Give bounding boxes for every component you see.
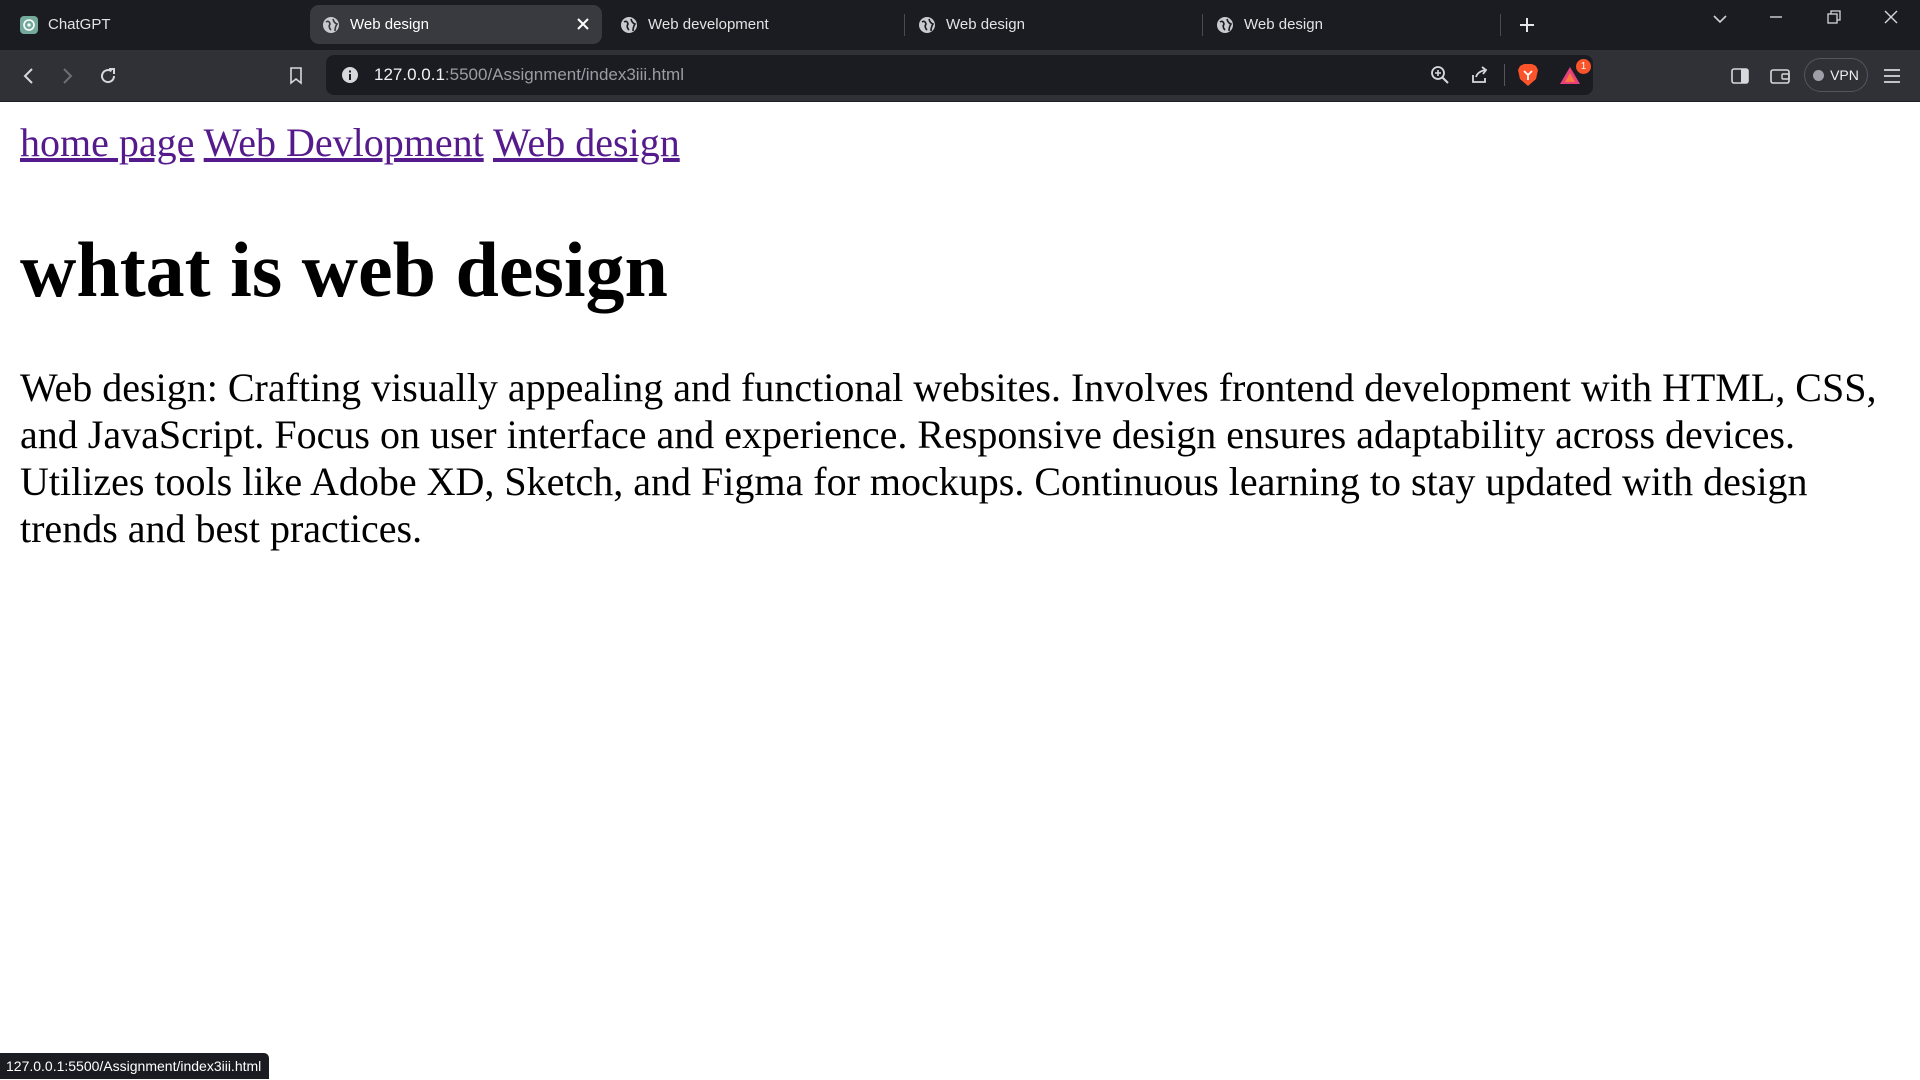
tab-title: Web design bbox=[1244, 16, 1323, 33]
globe-icon bbox=[322, 16, 340, 34]
wallet-icon[interactable] bbox=[1766, 62, 1794, 90]
vpn-label: VPN bbox=[1830, 67, 1859, 83]
tab-title: Web development bbox=[648, 16, 769, 33]
page-heading: whtat is web design bbox=[20, 226, 668, 313]
minimize-button[interactable] bbox=[1762, 4, 1790, 30]
omnibox-divider bbox=[1504, 64, 1505, 86]
back-button[interactable] bbox=[14, 62, 42, 90]
page-paragraph: Web design: Crafting visually appealing … bbox=[20, 365, 1877, 551]
tab-web-design[interactable]: Web design bbox=[906, 5, 1196, 44]
page-nav: home page Web Devlopment Web design bbox=[20, 119, 680, 167]
tab-title: Web design bbox=[350, 16, 429, 33]
reload-button[interactable] bbox=[94, 62, 122, 90]
page-content: home page Web Devlopment Web design whta… bbox=[0, 102, 1920, 1080]
tab-separator bbox=[1202, 14, 1203, 36]
address-bar[interactable]: 127.0.0.1:5500/Assignment/index3iii.html… bbox=[326, 55, 1593, 95]
url-path: :5500/Assignment/index3iii.html bbox=[444, 65, 684, 84]
tab-web-design-active[interactable]: Web design bbox=[310, 5, 602, 44]
url-host: 127.0.0.1 bbox=[374, 65, 445, 84]
tab-separator bbox=[1500, 14, 1501, 36]
site-info-icon[interactable] bbox=[338, 63, 362, 87]
globe-icon bbox=[1216, 16, 1234, 34]
forward-button[interactable] bbox=[54, 62, 82, 90]
vpn-status-icon bbox=[1813, 69, 1825, 81]
vpn-button[interactable]: VPN bbox=[1804, 58, 1868, 92]
zoom-icon[interactable] bbox=[1428, 63, 1452, 87]
bookmark-icon[interactable] bbox=[282, 62, 310, 90]
restore-button[interactable] bbox=[1820, 4, 1848, 30]
rewards-badge: 1 bbox=[1576, 59, 1591, 74]
tab-separator bbox=[904, 14, 905, 36]
menu-icon[interactable] bbox=[1878, 62, 1906, 90]
nav-link-web-development[interactable]: Web Devlopment bbox=[204, 120, 484, 165]
close-window-button[interactable] bbox=[1877, 4, 1905, 30]
tab-web-development[interactable]: Web development bbox=[608, 5, 898, 44]
tab-title: Web design bbox=[946, 16, 1025, 33]
url-text[interactable]: 127.0.0.1:5500/Assignment/index3iii.html bbox=[374, 55, 684, 95]
brave-shields-icon[interactable] bbox=[1516, 63, 1540, 87]
close-icon[interactable] bbox=[574, 15, 592, 33]
nav-link-home-page[interactable]: home page bbox=[20, 120, 194, 165]
share-icon[interactable] bbox=[1468, 63, 1492, 87]
link-status-bubble: 127.0.0.1:5500/Assignment/index3iii.html bbox=[0, 1053, 270, 1079]
globe-icon bbox=[918, 16, 936, 34]
tab-strip: ChatGPT Web design Web development Web d… bbox=[0, 0, 1920, 50]
globe-icon bbox=[620, 16, 638, 34]
sidebar-toggle-icon[interactable] bbox=[1726, 62, 1754, 90]
browser-toolbar: 127.0.0.1:5500/Assignment/index3iii.html… bbox=[0, 50, 1920, 102]
tab-web-design[interactable]: Web design bbox=[1204, 5, 1494, 44]
nav-link-web-design[interactable]: Web design bbox=[493, 120, 680, 165]
new-tab-button[interactable] bbox=[1514, 12, 1540, 38]
tab-search-chevron-down-icon[interactable] bbox=[1706, 6, 1734, 32]
tab-title: ChatGPT bbox=[48, 16, 111, 33]
tab-chatgpt[interactable]: ChatGPT bbox=[8, 5, 304, 44]
chatgpt-icon bbox=[20, 15, 38, 34]
